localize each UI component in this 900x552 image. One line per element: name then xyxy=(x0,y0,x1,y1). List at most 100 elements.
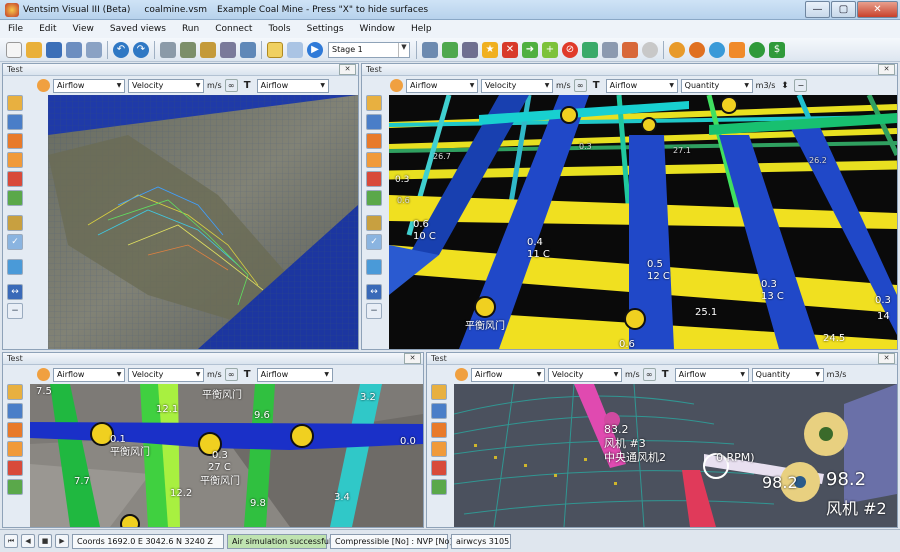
display-type-select[interactable]: Airflow ▼ xyxy=(406,78,478,93)
globe-icon[interactable] xyxy=(366,152,382,168)
rotate-icon[interactable] xyxy=(582,41,598,58)
box-icon[interactable] xyxy=(7,384,23,400)
palette-icon[interactable] xyxy=(37,368,50,381)
heat-icon[interactable] xyxy=(729,41,745,58)
text-value-select[interactable]: Quantity ▼ xyxy=(680,78,753,93)
menu-view[interactable]: View xyxy=(65,24,102,34)
stage-select[interactable]: Stage 1 ▼ xyxy=(328,41,410,58)
text-type-select[interactable]: Airflow ▼ xyxy=(605,78,678,93)
draw-icon[interactable] xyxy=(287,41,303,58)
pane-close-button[interactable]: ✕ xyxy=(339,64,356,75)
link-icon[interactable]: ∞ xyxy=(573,79,587,92)
pane-close-button[interactable]: ✕ xyxy=(878,353,895,364)
text-icon[interactable]: T xyxy=(241,368,254,381)
next-icon[interactable]: ▶ xyxy=(55,534,69,548)
text-type-select[interactable]: Airflow ▼ xyxy=(256,367,333,382)
new-file-icon[interactable] xyxy=(6,41,22,58)
menu-help[interactable]: Help xyxy=(403,24,440,34)
block-icon[interactable]: ⊘ xyxy=(562,41,578,58)
gauge-icon[interactable] xyxy=(669,41,685,58)
paste-icon[interactable] xyxy=(200,41,216,58)
menu-connect[interactable]: Connect xyxy=(207,24,260,34)
text-value-select[interactable]: Quantity ▼ xyxy=(751,367,824,382)
view-3d-fans[interactable]: 83.2 风机 #3 中央通风机2 0 RPM) 98.2 98.2 风机 #2 xyxy=(454,384,897,527)
menu-file[interactable]: File xyxy=(0,24,31,34)
check-icon[interactable]: ✓ xyxy=(366,234,382,250)
gear-icon[interactable] xyxy=(7,133,23,149)
minus-icon[interactable]: − xyxy=(366,303,382,319)
open-folder-icon[interactable] xyxy=(26,41,42,58)
box-icon[interactable] xyxy=(366,95,382,111)
stop-icon[interactable]: ■ xyxy=(38,534,52,548)
palette-icon[interactable] xyxy=(455,368,468,381)
gear-icon[interactable] xyxy=(7,422,23,438)
spin-up-down-icon[interactable]: ⬍ xyxy=(778,79,791,92)
save-icon[interactable] xyxy=(46,41,62,58)
text-icon[interactable]: T xyxy=(659,368,672,381)
first-icon[interactable]: ⏮ xyxy=(4,534,18,548)
globe-icon[interactable] xyxy=(7,441,23,457)
surface-icon[interactable] xyxy=(180,41,196,58)
cube-icon[interactable] xyxy=(622,41,638,58)
grid-icon[interactable] xyxy=(7,114,23,130)
display-type-select[interactable]: Airflow ▼ xyxy=(53,78,125,93)
globe-icon[interactable] xyxy=(7,152,23,168)
wand-icon[interactable] xyxy=(462,41,478,58)
arrow-right-icon[interactable]: ➜ xyxy=(522,41,538,58)
minimize-button[interactable]: — xyxy=(805,1,830,18)
fan-icon[interactable] xyxy=(642,41,658,58)
close-button[interactable]: ✕ xyxy=(857,1,898,18)
display-value-select[interactable]: Velocity ▼ xyxy=(128,367,204,382)
link-icon[interactable]: ∞ xyxy=(224,79,238,92)
redo-icon[interactable]: ↷ xyxy=(133,41,149,58)
select-icon[interactable] xyxy=(267,41,283,58)
brush-icon[interactable] xyxy=(7,215,23,231)
menu-edit[interactable]: Edit xyxy=(31,24,64,34)
menu-run[interactable]: Run xyxy=(174,24,207,34)
menu-settings[interactable]: Settings xyxy=(299,24,352,34)
image-icon[interactable] xyxy=(366,190,382,206)
pane-close-button[interactable]: ✕ xyxy=(404,353,421,364)
text-type-select[interactable]: Airflow ▼ xyxy=(256,78,329,93)
palette-icon[interactable] xyxy=(390,79,403,92)
cursor-icon[interactable] xyxy=(431,460,447,476)
box-icon[interactable] xyxy=(7,95,23,111)
play-icon[interactable]: ▶ xyxy=(307,41,323,58)
link-icon[interactable]: ∞ xyxy=(224,368,238,381)
view-3d-terrain[interactable] xyxy=(48,95,358,349)
cylinder-icon[interactable] xyxy=(366,259,382,275)
grid-icon[interactable] xyxy=(7,403,23,419)
link-icon[interactable]: ∞ xyxy=(642,368,656,381)
cursor-icon[interactable] xyxy=(7,460,23,476)
globe-icon[interactable] xyxy=(749,41,765,58)
menu-tools[interactable]: Tools xyxy=(260,24,298,34)
grid-icon[interactable] xyxy=(366,114,382,130)
zoom-icon[interactable] xyxy=(422,41,438,58)
image-icon[interactable] xyxy=(431,479,447,495)
view-3d-network[interactable]: 0.3 0.6 10 C 0.4 11 C 0.5 12 C 0.3 13 C … xyxy=(389,95,897,349)
image-icon[interactable] xyxy=(7,190,23,206)
undo-icon[interactable]: ↶ xyxy=(113,41,129,58)
pane-close-button[interactable]: ✕ xyxy=(878,64,895,75)
fire-icon[interactable] xyxy=(689,41,705,58)
add-icon[interactable]: + xyxy=(542,41,558,58)
layers-icon[interactable] xyxy=(220,41,236,58)
text-icon[interactable]: T xyxy=(241,79,254,92)
save-as-icon[interactable] xyxy=(66,41,82,58)
gear-icon[interactable] xyxy=(366,133,382,149)
display-value-select[interactable]: Velocity ▼ xyxy=(481,78,553,93)
dollar-icon[interactable]: $ xyxy=(769,41,785,58)
menu-window[interactable]: Window xyxy=(352,24,404,34)
copy-icon[interactable] xyxy=(160,41,176,58)
check-icon[interactable]: ✓ xyxy=(7,234,23,250)
arrows-icon[interactable]: ↔ xyxy=(7,284,23,300)
cursor-icon[interactable] xyxy=(7,171,23,187)
display-type-select[interactable]: Airflow ▼ xyxy=(53,367,125,382)
maximize-button[interactable]: ▢ xyxy=(831,1,856,18)
delete-icon[interactable]: ✕ xyxy=(502,41,518,58)
pencil-icon[interactable] xyxy=(442,41,458,58)
display-value-select[interactable]: Velocity ▼ xyxy=(548,367,622,382)
grid-icon[interactable] xyxy=(431,403,447,419)
tools-icon[interactable] xyxy=(602,41,618,58)
cursor-icon[interactable] xyxy=(366,171,382,187)
